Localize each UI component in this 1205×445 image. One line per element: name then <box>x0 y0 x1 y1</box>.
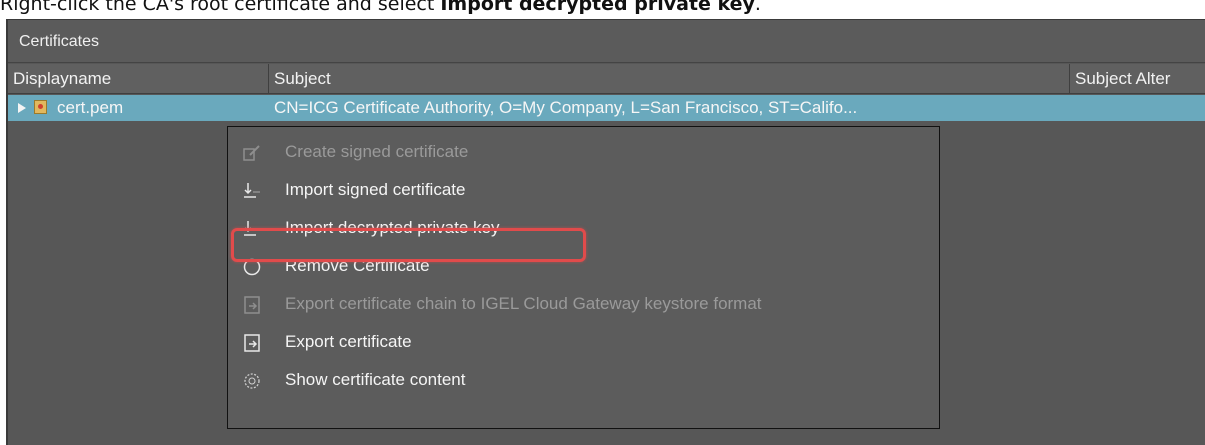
menu-item-create-signed-certificate[interactable]: Create signed certificate <box>228 133 939 171</box>
highlight-box <box>231 228 586 262</box>
export-icon <box>242 333 262 353</box>
menu-label: Export certificate <box>285 332 412 351</box>
show-content-icon <box>242 371 262 391</box>
import-icon <box>242 181 262 201</box>
menu-label: Import signed certificate <box>285 180 466 199</box>
expand-arrow-icon[interactable] <box>18 103 26 113</box>
menu-item-import-signed-certificate[interactable]: Import signed certificate <box>228 171 939 209</box>
row-subject: CN=ICG Certificate Authority, O=My Compa… <box>274 98 858 117</box>
menu-label: Export certificate chain to IGEL Cloud G… <box>285 294 762 313</box>
menu-label: Show certificate content <box>285 370 466 389</box>
context-menu: Create signed certificate Import signed … <box>227 126 940 429</box>
instruction-suffix: . <box>754 0 761 15</box>
menu-label: Create signed certificate <box>285 142 469 161</box>
menu-item-export-certificate-chain[interactable]: Export certificate chain to IGEL Cloud G… <box>228 285 939 323</box>
row-displayname: cert.pem <box>57 98 124 117</box>
certificate-icon <box>34 100 47 114</box>
menu-item-export-certificate[interactable]: Export certificate <box>228 323 939 361</box>
signed-cert-icon <box>242 143 262 163</box>
panel-title: Certificates <box>8 20 1205 63</box>
table-row[interactable]: cert.pem CN=ICG Certificate Authority, O… <box>8 95 1205 121</box>
instruction-prefix: Right-click the CA's root certificate an… <box>0 0 441 15</box>
column-header-displayname[interactable]: Displayname <box>8 64 269 94</box>
instruction-text: Right-click the CA's root certificate an… <box>0 0 761 14</box>
column-header-subject[interactable]: Subject <box>269 64 1070 94</box>
instruction-bold: Import decrypted private key <box>440 0 755 15</box>
menu-item-show-certificate-content[interactable]: Show certificate content <box>228 361 939 399</box>
export-chain-icon <box>242 295 262 315</box>
column-header-subject-alt[interactable]: Subject Alter <box>1070 64 1205 94</box>
